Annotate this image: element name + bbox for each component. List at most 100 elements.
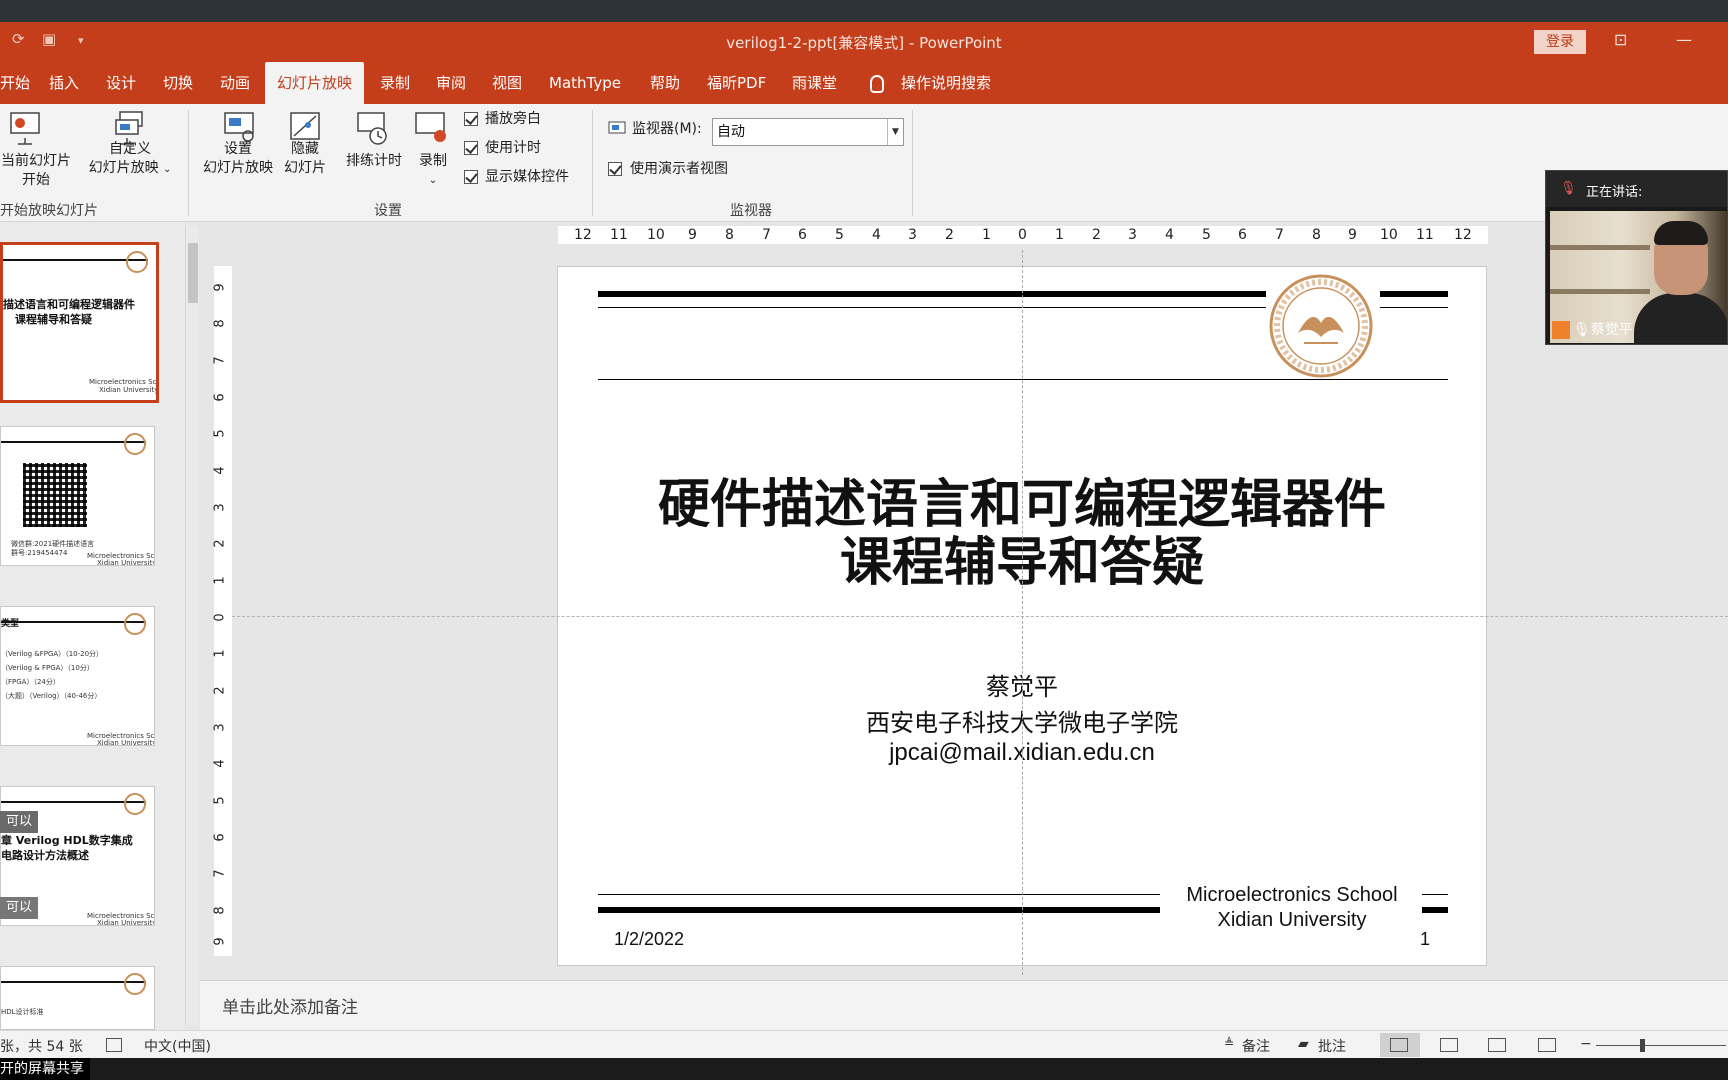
- ruler-tick: 9: [1348, 227, 1357, 243]
- presenter-view-label: 使用演示者视图: [630, 161, 728, 177]
- tab-foxit-pdf[interactable]: 福昕PDF: [707, 62, 766, 104]
- qr-code-image: [23, 463, 87, 527]
- footer-thick-rule: [1422, 907, 1448, 913]
- chevron-down-icon: ⌄: [428, 175, 438, 186]
- ruler-tick: 4: [1165, 227, 1174, 243]
- reading-view-icon[interactable]: [1488, 1038, 1506, 1052]
- tab-record[interactable]: 录制: [380, 62, 410, 104]
- language-indicator[interactable]: 中文(中国): [144, 1036, 211, 1056]
- rehearse-timings-button[interactable]: 排练计时: [340, 152, 408, 171]
- slide-footer-school[interactable]: Microelectronics School Xidian Universit…: [1162, 883, 1422, 933]
- tab-help[interactable]: 帮助: [650, 62, 680, 104]
- slide-thumbnail-1[interactable]: 描述语言和可编程逻辑器件 课程辅导和答疑 Microelectronics Sc…: [0, 242, 159, 403]
- thumb-title-line2: 课程辅导和答疑: [15, 313, 92, 326]
- horizontal-guide[interactable]: [232, 616, 1728, 617]
- title-bar: ⟳ ▣ ▾ verilog1-2-ppt[兼容模式] - PowerPoint …: [0, 22, 1728, 62]
- footer-thin-rule: [1422, 894, 1448, 895]
- ruler-tick: 11: [610, 227, 628, 243]
- tab-transitions[interactable]: 切换: [163, 62, 193, 104]
- tab-review[interactable]: 审阅: [436, 62, 466, 104]
- slide-thumbnail-2[interactable]: 微信群:2021硬件描述语言 群号:219454474 Microelectro…: [0, 426, 155, 566]
- slide-thumbnail-3[interactable]: 类型 （Verilog &FPGA）（10-20分） （Verilog & FP…: [0, 606, 155, 746]
- slide-thumbnail-5[interactable]: HDL设计标准: [0, 966, 155, 1030]
- thumb-title-line2: 电路设计方法概述: [1, 849, 89, 862]
- ruler-tick: 6: [798, 227, 807, 243]
- notes-pane[interactable]: 单击此处添加备注: [200, 980, 1728, 1030]
- login-button[interactable]: 登录: [1534, 30, 1586, 54]
- tell-me-search[interactable]: 操作说明搜索: [901, 62, 991, 104]
- thumb-heading: 类型: [1, 619, 20, 629]
- ribbon-display-options-icon[interactable]: ⊡: [1614, 30, 1627, 49]
- scrollbar-thumb[interactable]: [188, 243, 198, 303]
- thumb-title-line1: 章 Verilog HDL数字集成: [1, 834, 133, 847]
- presenter-view-checkbox[interactable]: [608, 162, 622, 176]
- slide-sorter-icon[interactable]: [1440, 1038, 1458, 1052]
- play-narrations-checkbox[interactable]: [464, 112, 478, 126]
- tab-insert[interactable]: 插入: [49, 62, 79, 104]
- ruler-tick: 4: [212, 759, 228, 768]
- thumbnails-scrollbar[interactable]: [185, 225, 199, 1025]
- tab-rain-classroom[interactable]: 雨课堂: [792, 62, 837, 104]
- slide-count: 张，共 54 张: [0, 1039, 83, 1055]
- speaking-label: 正在讲话:: [1586, 185, 1643, 200]
- slideshow-view-icon[interactable]: [1538, 1038, 1556, 1052]
- thumb-caption2: 群号:219454474: [11, 549, 68, 557]
- ruler-tick: 8: [725, 227, 734, 243]
- ruler-tick: 4: [212, 466, 228, 475]
- participant-hair: [1654, 221, 1708, 245]
- footer-line1: Microelectronics School: [1186, 884, 1398, 906]
- ruler-tick: 7: [1275, 227, 1284, 243]
- horizontal-ruler: 12 11 10 9 8 7 6 5 4 3 2 1 0 1 2 3 4 5 6…: [558, 226, 1488, 244]
- group-setup-label: 设置: [374, 203, 402, 219]
- ruler-tick: 4: [872, 227, 881, 243]
- setup-slideshow-button[interactable]: 设置 幻灯片放映: [198, 140, 278, 178]
- from-current-slide-button[interactable]: 当前幻灯片 开始: [0, 152, 72, 190]
- zoom-slider-knob[interactable]: [1640, 1039, 1645, 1052]
- show-media-controls-checkbox[interactable]: [464, 170, 478, 184]
- chevron-down-icon[interactable]: ▼: [887, 119, 903, 145]
- header-thin-rule: [1380, 307, 1448, 308]
- thumb-line: （Verilog & FPGA）（10分）: [1, 664, 94, 672]
- tab-view[interactable]: 视图: [492, 62, 522, 104]
- ruler-tick: 11: [1416, 227, 1434, 243]
- use-timings-checkbox[interactable]: [464, 141, 478, 155]
- tab-animations[interactable]: 动画: [220, 62, 250, 104]
- zoom-slider[interactable]: [1596, 1045, 1726, 1046]
- window-title: verilog1-2-ppt[兼容模式] - PowerPoint: [726, 34, 1002, 52]
- tab-design[interactable]: 设计: [106, 62, 136, 104]
- monitor-label: 监视器(M):: [632, 121, 702, 137]
- vertical-guide[interactable]: [1022, 250, 1023, 975]
- use-timings-label: 使用计时: [485, 140, 541, 156]
- custom-slideshow-button[interactable]: 自定义 幻灯片放映 ⌄: [82, 140, 178, 179]
- tab-slideshow[interactable]: 幻灯片放映: [265, 62, 365, 104]
- tab-mathtype[interactable]: MathType: [549, 62, 621, 104]
- ribbon-tabs: 开始 插入 设计 切换 动画 幻灯片放映 录制 审阅 视图 MathType 帮…: [0, 62, 1728, 104]
- meeting-video-panel[interactable]: 🎙 正在讲话: 🎙蔡觉平: [1545, 170, 1728, 345]
- thumb-seal-icon: [124, 613, 146, 635]
- footer-thin-rule: [598, 894, 1160, 895]
- tab-home[interactable]: 开始: [0, 62, 30, 104]
- ruler-tick: 12: [574, 227, 592, 243]
- hide-line2: 幻灯片: [284, 160, 326, 176]
- header-bottom-rule: [598, 379, 1448, 380]
- slide-date[interactable]: 1/2/2022: [614, 929, 684, 950]
- ruler-tick: 0: [212, 613, 228, 622]
- comments-button[interactable]: 批注: [1318, 1036, 1346, 1056]
- play-narrations-label: 播放旁白: [485, 111, 541, 127]
- notes-button[interactable]: 备注: [1242, 1036, 1270, 1056]
- record-button[interactable]: 录制 ⌄: [408, 152, 458, 190]
- ruler-tick: 6: [1238, 227, 1247, 243]
- zoom-out-icon[interactable]: −: [1580, 1036, 1592, 1052]
- lightbulb-icon: [870, 75, 884, 93]
- slide-number[interactable]: 1: [1420, 929, 1430, 950]
- hide-slide-button[interactable]: 隐藏 幻灯片: [278, 140, 332, 178]
- ruler-tick: 3: [212, 723, 228, 732]
- footer-line2: Xidian University: [1217, 909, 1367, 931]
- setup-line1: 设置: [224, 141, 252, 157]
- monitor-select[interactable]: 自动 ▼: [712, 118, 904, 146]
- status-bar: 张，共 54 张 中文(中国) ≜ 备注 ▰ 批注 −: [0, 1030, 1728, 1058]
- minimize-icon[interactable]: —: [1676, 30, 1692, 49]
- ribbon-separator: [912, 110, 913, 216]
- chat-bubble: 可以: [0, 897, 39, 919]
- accessibility-icon[interactable]: [106, 1038, 122, 1052]
